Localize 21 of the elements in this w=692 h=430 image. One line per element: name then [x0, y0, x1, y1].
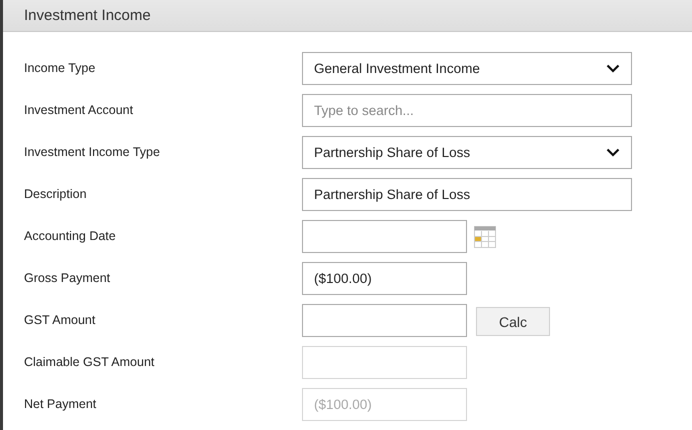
dialog-title: Investment Income [24, 7, 151, 24]
chevron-down-icon [606, 148, 620, 157]
dropdown[interactable]: Partnership Share of Loss [302, 136, 632, 169]
field-label: Income Type [23, 60, 96, 77]
field-label: Description [23, 186, 88, 203]
input-field[interactable]: ($100.00) [302, 262, 467, 295]
field-label: Investment Income Type [23, 144, 161, 161]
field-label: Accounting Date [23, 228, 117, 245]
search-field[interactable]: Type to search... [302, 94, 632, 127]
field-label: Net Payment [23, 396, 98, 413]
input-field[interactable] [302, 304, 467, 337]
dropdown[interactable]: General Investment Income [302, 52, 632, 85]
date-field[interactable] [302, 220, 467, 253]
calc-button[interactable]: Calc [476, 307, 550, 336]
field-label: Claimable GST Amount [23, 354, 156, 371]
input-field[interactable]: Partnership Share of Loss [302, 178, 632, 211]
field-label: Gross Payment [23, 270, 112, 287]
field-label: Investment Account [23, 102, 134, 119]
field-label: GST Amount [23, 312, 96, 329]
chevron-down-icon [606, 64, 620, 73]
calendar-icon[interactable] [474, 226, 496, 248]
